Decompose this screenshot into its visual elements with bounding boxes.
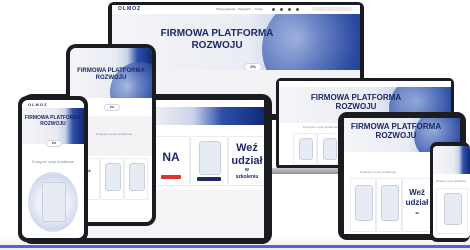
card-heading: udział: [231, 155, 263, 167]
phone-hero: FIRMOWA PLATFORMA ROZWOJU: [22, 108, 84, 144]
card-heading: NA: [162, 150, 180, 164]
hero-title-line1: FIRMOWA PLATFORMA: [350, 122, 442, 131]
hero-title-line1: FIRMOWA PLATFORMA: [77, 68, 145, 74]
course-card[interactable]: NA: [152, 136, 190, 186]
logo[interactable]: OLMOZ: [28, 102, 47, 107]
card-image: [355, 185, 373, 221]
course-card[interactable]: [350, 178, 376, 232]
pill-button[interactable]: 2%: [46, 140, 62, 147]
card-image: [444, 193, 462, 225]
course-card[interactable]: [376, 178, 402, 232]
card-heading: udział: [405, 198, 429, 207]
card-image: [381, 185, 399, 221]
pill-button[interactable]: 2%: [104, 104, 120, 111]
hero-title: FIRMOWA PLATFORMA ROZWOJU: [348, 122, 444, 140]
hero-title: FIRMOWA PLATFORMA ROZWOJU: [301, 93, 411, 111]
phone-screen: Dostępne opcje dodatkowe: [433, 146, 470, 238]
card-heading: Weź: [409, 188, 425, 197]
course-card[interactable]: Weź udział w szkoleniu: [228, 136, 264, 186]
hero-title-line2: ROZWOJU: [335, 102, 377, 112]
section-label: Dostępne opcje dodatkowe: [32, 160, 75, 164]
card-text: w: [245, 167, 249, 173]
course-card[interactable]: Weź udział w: [402, 178, 432, 232]
card-button[interactable]: [197, 177, 221, 181]
phone-screen: OLMOZ FIRMOWA PLATFORMA ROZWOJU 2% Dostę…: [22, 100, 84, 238]
phone-hero: [433, 146, 470, 174]
card-badge: [161, 175, 181, 179]
social-icon[interactable]: [288, 8, 291, 11]
card-image: [199, 141, 221, 175]
accent-bottom-line: [0, 245, 470, 248]
card-image: [105, 163, 121, 191]
card-image: [323, 138, 337, 160]
course-card[interactable]: [436, 188, 468, 234]
hero-title-line2: ROZWOJU: [191, 39, 243, 51]
course-card[interactable]: [100, 158, 124, 200]
card-text: szkoleniu: [235, 174, 259, 180]
hero-title-line2: ROZWOJU: [40, 120, 66, 127]
course-card[interactable]: [293, 133, 317, 165]
social-icon[interactable]: [296, 8, 299, 11]
card-heading: Weź: [236, 142, 258, 154]
course-card[interactable]: [124, 158, 148, 200]
hero-title-line1: FIRMOWA PLATFORMA: [310, 93, 402, 102]
section-label: Dostępne opcje dodatkowe: [360, 170, 397, 174]
social-icon[interactable]: [280, 8, 283, 11]
logo[interactable]: OLMOZ: [118, 6, 141, 12]
hero-title: FIRMOWA PLATFORMA ROZWOJU: [74, 68, 148, 82]
card-image: [129, 163, 145, 191]
hero-title-line1: FIRMOWA PLATFORMA: [160, 28, 274, 39]
nav-item-courses[interactable]: Kursy: [255, 7, 263, 11]
card-image: [299, 138, 313, 160]
section-label: Dostępne opcje dodatkowe: [303, 125, 340, 129]
phone-hero: FIRMOWA PLATFORMA ROZWOJU: [70, 48, 152, 98]
course-card[interactable]: [190, 136, 228, 186]
hero-title: FIRMOWA PLATFORMA ROZWOJU: [142, 28, 292, 51]
search-input[interactable]: [312, 7, 352, 11]
section-label: Dostępne opcje dodatkowe: [436, 180, 467, 183]
card-image: [42, 182, 66, 222]
hero-title-line2: ROZWOJU: [95, 74, 127, 81]
hero-title: FIRMOWA PLATFORMA ROZWOJU: [24, 115, 82, 128]
card-text: w: [415, 210, 419, 215]
hero-title-line2: ROZWOJU: [375, 131, 417, 141]
social-icon[interactable]: [272, 8, 275, 11]
nav-item-home[interactable]: Strona główna: [216, 7, 235, 11]
nav-item-categories[interactable]: Kategorie: [238, 7, 251, 11]
section-label: Dostępne opcje dodatkowe: [96, 132, 133, 136]
